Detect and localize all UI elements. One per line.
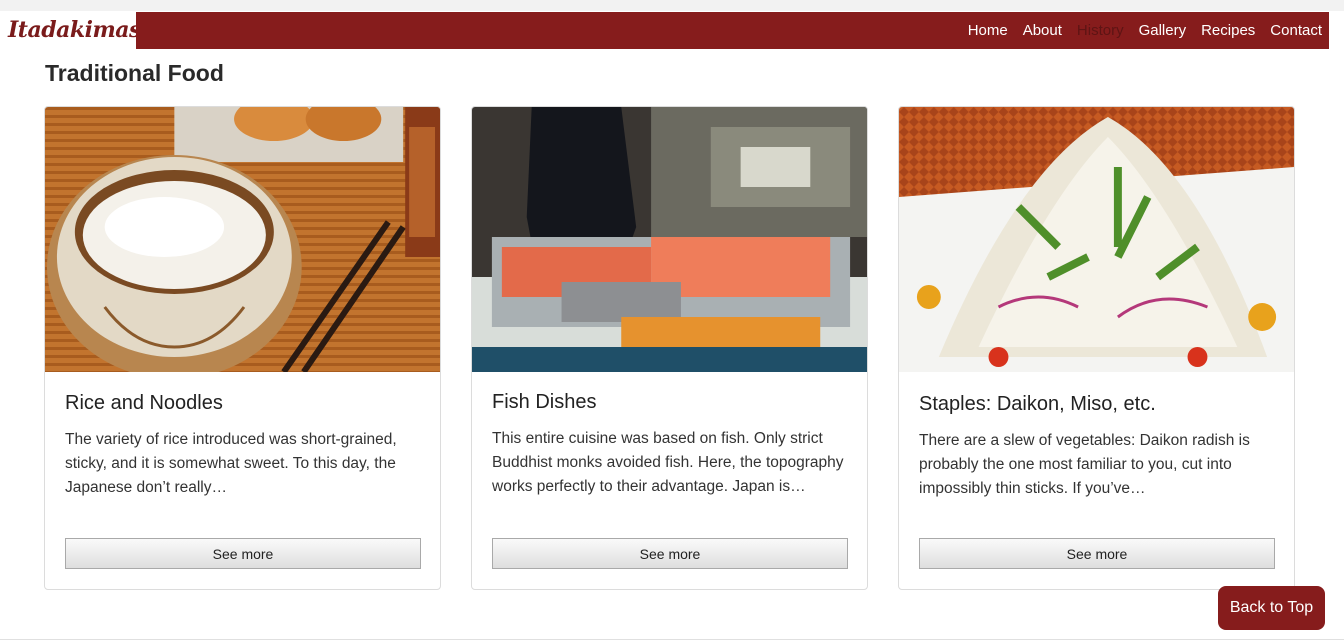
card-title: Rice and Noodles — [65, 392, 223, 414]
nav-item-home[interactable]: Home — [968, 22, 1008, 39]
card-rice-noodles: Rice and Noodles The variety of rice int… — [44, 106, 441, 590]
nav-item-recipes[interactable]: Recipes — [1201, 22, 1255, 39]
card-fish-dishes: Fish Dishes This entire cuisine was base… — [471, 106, 868, 590]
see-more-button[interactable]: See more — [65, 538, 421, 569]
fish-market-image — [472, 107, 867, 372]
footer-divider — [0, 639, 1344, 640]
main-navbar: Home About History Gallery Recipes Conta… — [136, 12, 1329, 49]
nav-item-contact[interactable]: Contact — [1270, 22, 1322, 39]
card-title: Staples: Daikon, Miso, etc. — [919, 393, 1156, 415]
card-text: This entire cuisine was based on fish. O… — [492, 430, 844, 495]
nav-item-about[interactable]: About — [1023, 22, 1062, 39]
card-title: Fish Dishes — [492, 391, 597, 413]
page-title: Traditional Food — [45, 60, 224, 86]
site-logo[interactable]: Itadakimasu — [0, 11, 157, 49]
logo-text: Itadakimasu — [8, 17, 157, 43]
see-more-button[interactable]: See more — [492, 538, 848, 569]
back-to-top-button[interactable]: Back to Top — [1218, 586, 1325, 630]
daikon-salad-image — [899, 107, 1294, 372]
nav-item-gallery[interactable]: Gallery — [1139, 22, 1187, 39]
see-more-button[interactable]: See more — [919, 538, 1275, 569]
rice-bowl-image — [45, 107, 440, 372]
card-text: The variety of rice introduced was short… — [65, 431, 397, 496]
top-strip — [0, 0, 1344, 11]
nav-item-history[interactable]: History — [1077, 22, 1124, 39]
card-staples: Staples: Daikon, Miso, etc. There are a … — [898, 106, 1295, 590]
card-text: There are a slew of vegetables: Daikon r… — [919, 432, 1250, 497]
